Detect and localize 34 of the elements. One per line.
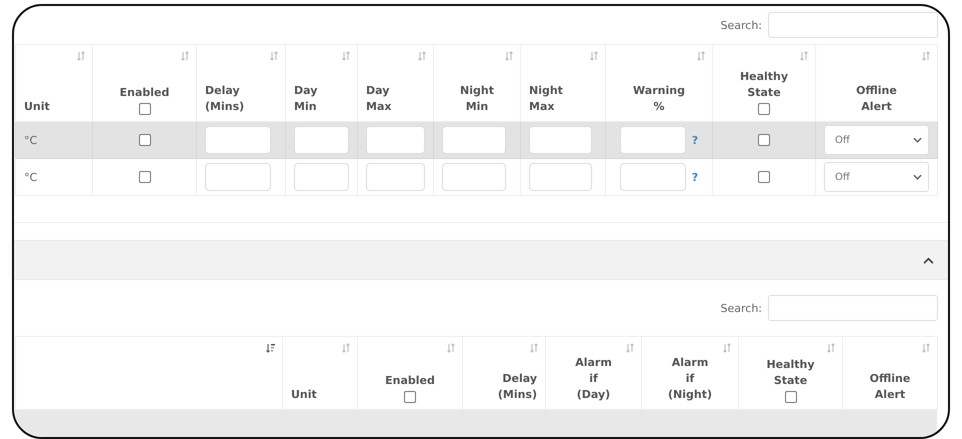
select-field[interactable]: Off: [824, 125, 929, 155]
input-field[interactable]: [366, 126, 425, 154]
chevron-down-icon: [913, 174, 922, 180]
search-label: Search:: [720, 18, 762, 32]
search-field[interactable]: [768, 12, 938, 38]
column-header[interactable]: Unit: [16, 44, 92, 122]
input-field[interactable]: [366, 163, 425, 191]
input-field[interactable]: [620, 126, 686, 154]
search-field[interactable]: [768, 295, 938, 321]
input-field[interactable]: [442, 163, 506, 191]
column-header[interactable]: [16, 336, 282, 410]
unit-text: °C: [24, 134, 38, 146]
checkbox[interactable]: [758, 134, 770, 146]
input-field[interactable]: [294, 126, 349, 154]
checkbox[interactable]: [784, 391, 796, 403]
input-field[interactable]: [442, 126, 506, 154]
checkbox[interactable]: [138, 103, 150, 115]
checkbox[interactable]: [138, 171, 150, 184]
checkbox[interactable]: [404, 391, 416, 403]
checkbox[interactable]: [758, 171, 770, 184]
collapse-icon[interactable]: [923, 256, 934, 264]
chevron-down-icon: [913, 137, 922, 143]
checkbox[interactable]: [758, 103, 770, 115]
search-label: Search:: [720, 302, 762, 314]
help-link[interactable]: ?: [692, 170, 698, 184]
select-field[interactable]: Off: [824, 162, 929, 192]
input-field[interactable]: [529, 163, 592, 191]
input-field[interactable]: [529, 126, 592, 154]
input-field[interactable]: [205, 126, 272, 154]
input-field[interactable]: [205, 163, 272, 191]
input-field[interactable]: [620, 163, 686, 191]
checkbox[interactable]: [138, 134, 150, 146]
input-field[interactable]: [294, 163, 349, 191]
unit-text: °C: [24, 170, 38, 184]
